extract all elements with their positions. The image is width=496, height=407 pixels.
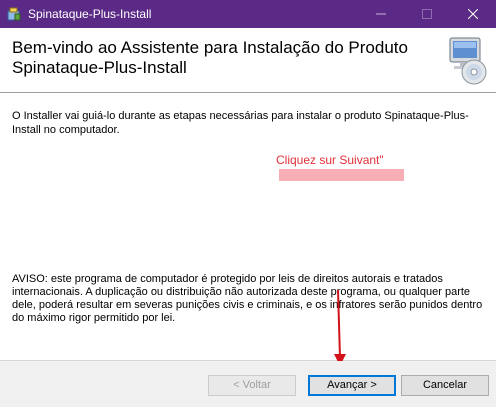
copyright-warning: AVISO: este programa de computador é pro…: [12, 273, 483, 324]
maximize-icon: [422, 9, 432, 19]
minimize-icon: [376, 9, 386, 19]
close-button[interactable]: [450, 0, 496, 28]
back-button[interactable]: < Voltar: [208, 375, 296, 396]
installer-package-icon: [6, 6, 22, 22]
close-icon: [468, 9, 478, 19]
window-title: Spinataque-Plus-Install: [28, 7, 152, 21]
page-title: Bem-vindo ao Assistente para Instalação …: [12, 38, 408, 77]
cancel-button[interactable]: Cancelar: [401, 375, 489, 396]
annotation-label: Cliquez sur Suivant": [276, 153, 384, 167]
minimize-button[interactable]: [358, 0, 404, 28]
title-bar: Spinataque-Plus-Install: [0, 0, 496, 28]
next-button[interactable]: Avançar >: [308, 375, 396, 396]
intro-text: O Installer vai guiá-lo durante as etapa…: [12, 110, 469, 136]
computer-cd-icon: [440, 34, 492, 86]
content-area: O Installer vai guiá-lo durante as etapa…: [0, 93, 496, 361]
installer-window: Spinataque-Plus-Install Bem-vindo ao Ass…: [0, 0, 496, 407]
header-banner: Bem-vindo ao Assistente para Instalação …: [0, 28, 496, 93]
annotation-highlight: [279, 169, 404, 181]
footer: < Voltar Avançar > Cancelar: [0, 361, 496, 407]
maximize-button[interactable]: [404, 0, 450, 28]
annotation-arrow-icon: [334, 289, 346, 366]
